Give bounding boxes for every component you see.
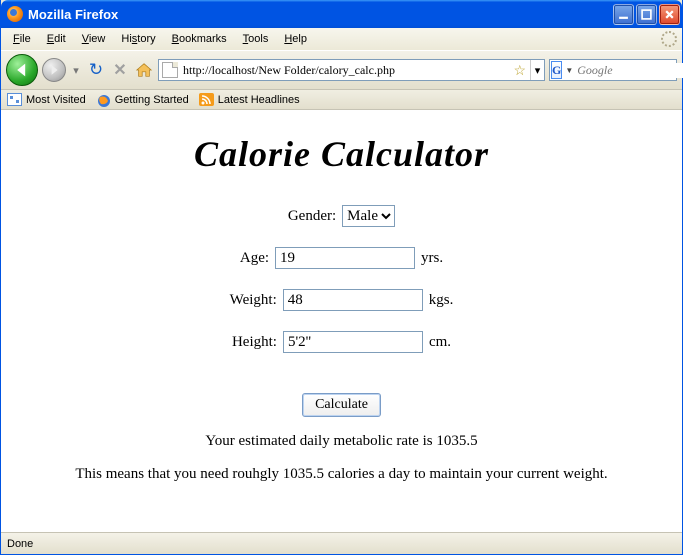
reload-button[interactable]: ↻ xyxy=(86,60,106,80)
weight-label: Weight: xyxy=(230,292,277,309)
home-button[interactable] xyxy=(134,60,154,80)
menu-bookmarks[interactable]: Bookmarks xyxy=(165,31,234,47)
search-input[interactable] xyxy=(575,63,683,78)
bookmark-getting-started[interactable]: Getting Started xyxy=(96,93,189,106)
bookmark-label: Getting Started xyxy=(115,94,189,106)
minimize-button[interactable] xyxy=(613,4,634,25)
page-content: Calorie Calculator Gender: Male Age: yrs… xyxy=(1,110,682,532)
stop-button[interactable]: ✕ xyxy=(110,60,130,80)
result-line-2: This means that you need rouhgly 1035.5 … xyxy=(11,466,672,483)
weight-unit: kgs. xyxy=(429,292,454,309)
age-input[interactable] xyxy=(275,247,415,269)
bookmarks-toolbar: Most Visited Getting Started Latest Head… xyxy=(1,90,682,110)
bookmark-label: Latest Headlines xyxy=(218,94,300,106)
menu-help[interactable]: Help xyxy=(277,31,314,47)
page-title: Calorie Calculator xyxy=(11,133,672,175)
window-title: Mozilla Firefox xyxy=(28,7,613,22)
status-bar: Done xyxy=(1,532,682,554)
bookmark-most-visited[interactable]: Most Visited xyxy=(7,93,86,106)
nav-toolbar: ▾ ↻ ✕ ☆ ▾ G ▼ 🔍 xyxy=(1,50,682,90)
gender-label: Gender: xyxy=(288,208,336,225)
back-button[interactable] xyxy=(6,54,38,86)
menu-edit[interactable]: Edit xyxy=(40,31,73,47)
age-unit: yrs. xyxy=(421,250,443,267)
rss-icon xyxy=(199,93,214,106)
weight-input[interactable] xyxy=(283,289,423,311)
bookmark-latest-headlines[interactable]: Latest Headlines xyxy=(199,93,300,106)
url-input[interactable] xyxy=(181,61,509,79)
height-row: Height: cm. xyxy=(11,331,672,353)
most-visited-icon xyxy=(7,93,22,106)
page-icon xyxy=(162,62,178,78)
forward-button[interactable] xyxy=(42,58,66,82)
activity-throbber-icon xyxy=(661,31,677,47)
height-input[interactable] xyxy=(283,331,423,353)
menu-history[interactable]: History xyxy=(114,31,162,47)
height-label: Height: xyxy=(232,334,277,351)
close-button[interactable] xyxy=(659,4,680,25)
result-line-1: Your estimated daily metabolic rate is 1… xyxy=(11,433,672,450)
menu-file[interactable]: File xyxy=(6,31,38,47)
firefox-icon xyxy=(7,6,23,22)
url-bar: ☆ ▾ xyxy=(158,59,545,81)
age-label: Age: xyxy=(240,250,269,267)
calculate-button[interactable]: Calculate xyxy=(302,393,381,417)
height-unit: cm. xyxy=(429,334,451,351)
getting-started-icon xyxy=(96,93,111,106)
age-row: Age: yrs. xyxy=(11,247,672,269)
bookmark-label: Most Visited xyxy=(26,94,86,106)
menu-view[interactable]: View xyxy=(75,31,113,47)
search-engine-dropdown[interactable]: ▼ xyxy=(563,66,575,75)
menubar: File Edit View History Bookmarks Tools H… xyxy=(1,28,682,50)
maximize-button[interactable] xyxy=(636,4,657,25)
history-dropdown[interactable]: ▾ xyxy=(70,58,82,82)
menu-tools[interactable]: Tools xyxy=(236,31,276,47)
titlebar: Mozilla Firefox xyxy=(1,0,682,28)
weight-row: Weight: kgs. xyxy=(11,289,672,311)
search-engine-icon[interactable]: G xyxy=(551,61,562,79)
gender-row: Gender: Male xyxy=(11,205,672,227)
browser-window: Mozilla Firefox File Edit View History B… xyxy=(0,0,683,555)
status-text: Done xyxy=(7,538,33,550)
url-dropdown[interactable]: ▾ xyxy=(530,60,544,80)
gender-select[interactable]: Male xyxy=(342,205,395,227)
search-bar: G ▼ 🔍 xyxy=(549,59,677,81)
bookmark-star-icon[interactable]: ☆ xyxy=(509,62,530,79)
